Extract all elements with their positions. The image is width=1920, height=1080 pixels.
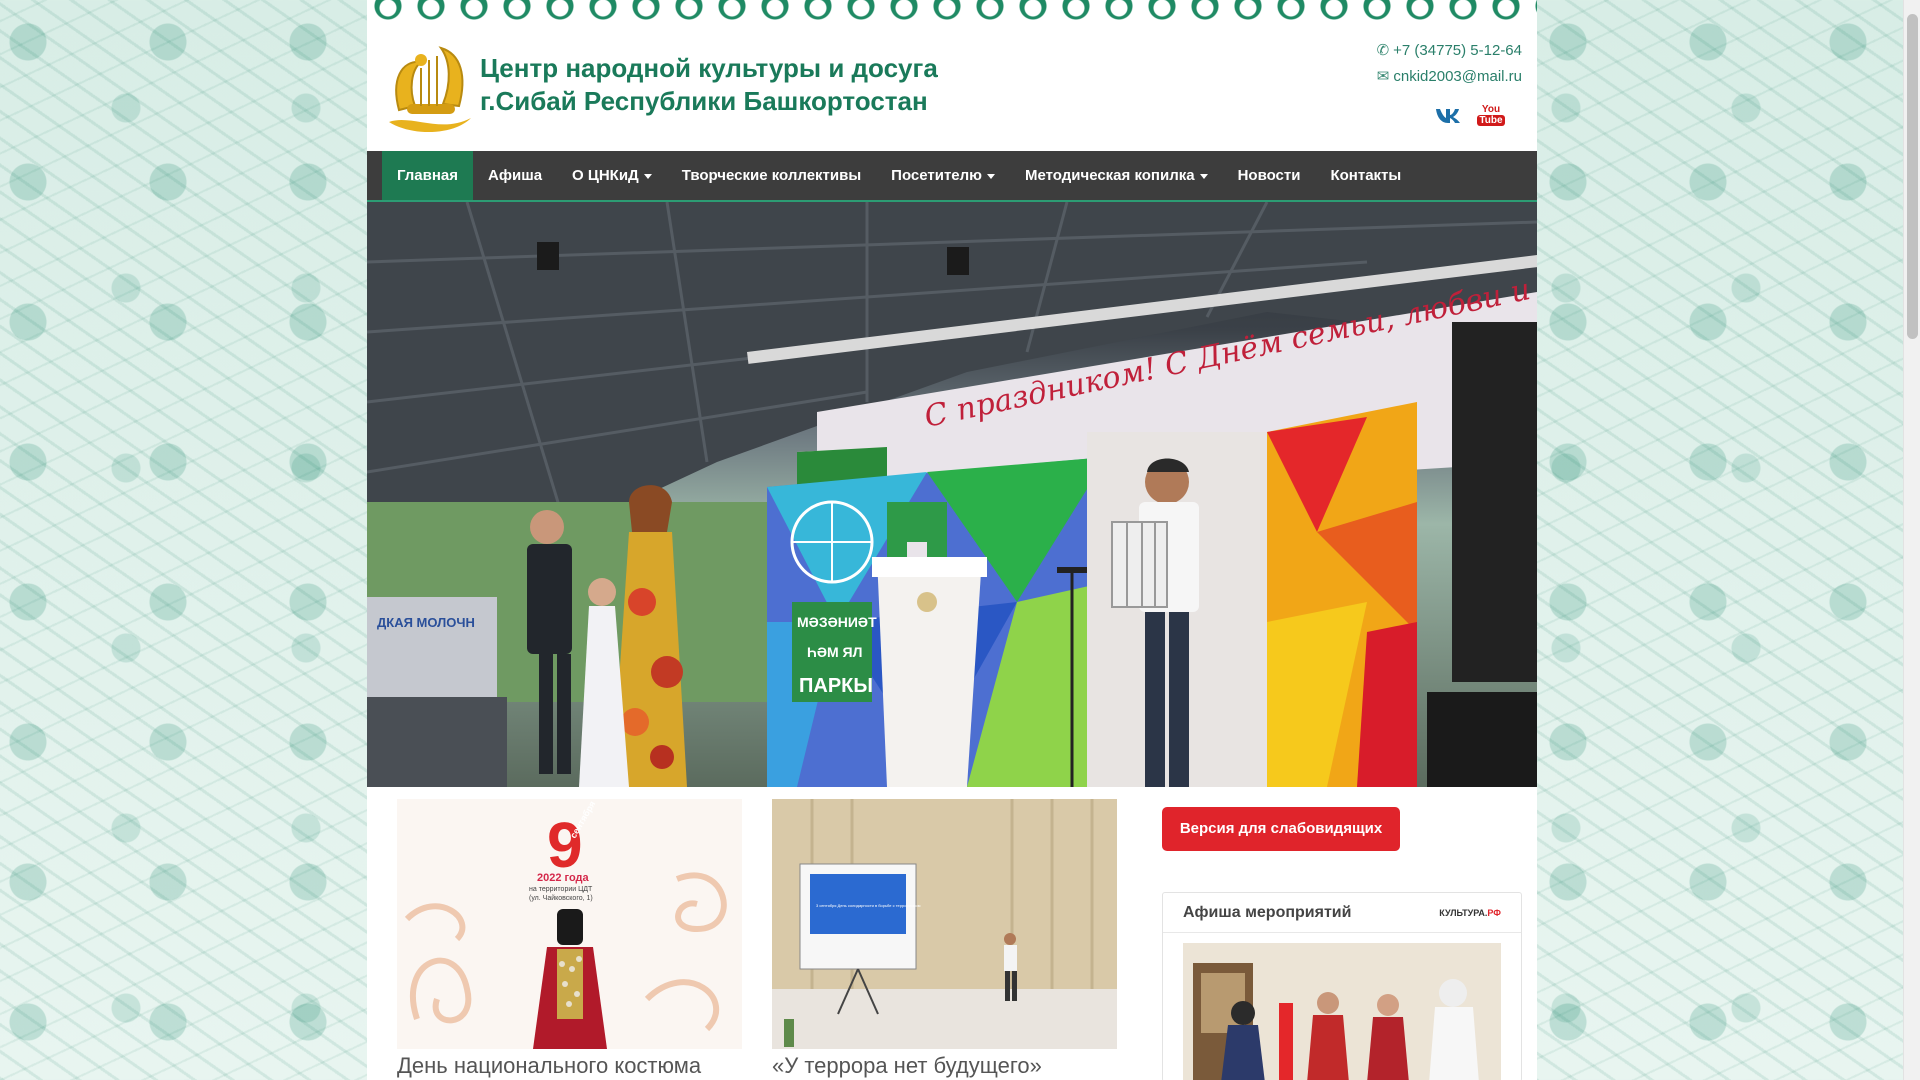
- park-sign-line1: МӘЗӘНИӘТ: [797, 614, 877, 630]
- vk-icon[interactable]: [1435, 105, 1461, 125]
- email-address[interactable]: cnkid2003@mail.ru: [1393, 68, 1522, 85]
- nav-item-label: Методическая копилка: [1024, 167, 1195, 184]
- nav-item-news[interactable]: Новости: [1223, 151, 1316, 200]
- site-title-line2: г.Сибай Республики Башкортостан: [480, 86, 928, 116]
- poster-address: (ул. Чайковского, 1): [529, 894, 593, 902]
- news-card-image-costume[interactable]: 9 сентября 2022 года на территории ЦДТ (…: [397, 799, 742, 1049]
- phone-row: ✆ +7 (34775) 5-12-64: [1373, 38, 1522, 64]
- site-title[interactable]: Центр народной культуры и досуга г.Сибай…: [480, 52, 938, 118]
- youtube-icon[interactable]: You Tube: [1477, 102, 1505, 128]
- costume-poster: 9 сентября 2022 года на территории ЦДТ (…: [404, 799, 727, 1049]
- phone-number[interactable]: +7 (34775) 5-12-64: [1393, 42, 1522, 59]
- email-row: ✉ cnkid2003@mail.ru: [1373, 64, 1522, 90]
- hall-photo: 3 сентября День солидарности в борьбе с …: [772, 799, 1117, 1049]
- news-title-terror[interactable]: «У террора нет будущего»: [772, 1053, 1042, 1079]
- afisha-event-image[interactable]: [1183, 943, 1501, 1080]
- nav-item-collectives[interactable]: Творческие коллективы: [667, 151, 876, 200]
- header-contacts: ✆ +7 (34775) 5-12-64 ✉ cnkid2003@mail.ru: [1373, 38, 1522, 90]
- nav-item-label: Контакты: [1330, 167, 1402, 184]
- caret-down-icon: [986, 173, 995, 179]
- envelope-icon: ✉: [1376, 68, 1390, 85]
- kultura-main-label: КУЛЬТУРА.: [1439, 907, 1488, 918]
- main-navigation: Главная Афиша О ЦНКиД Творческие коллект…: [367, 151, 1537, 202]
- nav-item-label: Афиша: [488, 167, 543, 184]
- news-title-costume[interactable]: День национального костюма: [397, 1053, 701, 1079]
- nav-item-contacts[interactable]: Контакты: [1315, 151, 1416, 200]
- news-card-image-terror[interactable]: 3 сентября День солидарности в борьбе с …: [772, 799, 1117, 1049]
- afisha-widget-header: Афиша мероприятий КУЛЬТУРА.РФ: [1163, 893, 1521, 933]
- nav-item-home[interactable]: Главная: [382, 151, 474, 200]
- nav-item-methodical[interactable]: Методическая копилка: [1010, 151, 1223, 200]
- vk-logo-shape: [1436, 109, 1460, 123]
- phone-icon: ✆: [1376, 42, 1390, 59]
- lyre-logo-icon[interactable]: [381, 40, 477, 136]
- nav-item-visitor[interactable]: Посетителю: [876, 151, 1010, 200]
- hero-slider-image[interactable]: С праздником! С Днём семьи, любви и верн…: [367, 202, 1537, 787]
- nav-item-label: Новости: [1237, 167, 1301, 184]
- top-ornament-border: [367, 0, 1537, 30]
- nav-item-label: Творческие коллективы: [681, 167, 862, 184]
- scrollbar-thumb[interactable]: [1907, 14, 1918, 339]
- social-links: You Tube: [1435, 102, 1505, 128]
- caret-down-icon: [1199, 173, 1208, 179]
- fence-text: ДКАЯ МОЛОЧН: [377, 615, 475, 630]
- park-sign-line2: ҺӘМ ЯЛ: [807, 644, 862, 660]
- park-sign-line3: ПАРКЫ: [799, 675, 873, 697]
- nav-item-label: О ЦНКиД: [572, 167, 639, 184]
- site-header: Центр народной культуры и досуга г.Сибай…: [367, 30, 1537, 151]
- poster-place: на территории ЦДТ: [529, 886, 593, 893]
- poster-year: 2022 года: [537, 872, 590, 884]
- museum-costumes-photo: [1183, 943, 1501, 1080]
- afisha-widget: Афиша мероприятий КУЛЬТУРА.РФ: [1162, 892, 1522, 1080]
- caret-down-icon: [643, 173, 652, 179]
- nav-item-label: Посетителю: [891, 167, 982, 184]
- low-vision-version-button[interactable]: Версия для слабовидящих: [1162, 807, 1400, 851]
- nav-item-about[interactable]: О ЦНКиД: [557, 151, 667, 200]
- afisha-widget-title: Афиша мероприятий: [1183, 903, 1352, 921]
- page-scrollbar[interactable]: [1903, 0, 1920, 1080]
- stage-photo: С праздником! С Днём семьи, любви и верн…: [367, 202, 1537, 787]
- nav-item-label: Главная: [397, 167, 459, 184]
- page-container: Центр народной культуры и досуга г.Сибай…: [367, 0, 1537, 1080]
- youtube-label-top: You: [1481, 104, 1501, 115]
- screen-text: 3 сентября День солидарности в борьбе с …: [816, 903, 921, 908]
- kultura-rf-label: РФ: [1487, 907, 1501, 918]
- kultura-rf-logo[interactable]: КУЛЬТУРА.РФ: [1439, 908, 1501, 918]
- site-title-line1: Центр народной культуры и досуга: [480, 53, 938, 83]
- nav-item-afisha[interactable]: Афиша: [473, 151, 557, 200]
- youtube-label-bottom: Tube: [1477, 115, 1505, 126]
- content-area: 9 сентября 2022 года на территории ЦДТ (…: [367, 787, 1537, 1080]
